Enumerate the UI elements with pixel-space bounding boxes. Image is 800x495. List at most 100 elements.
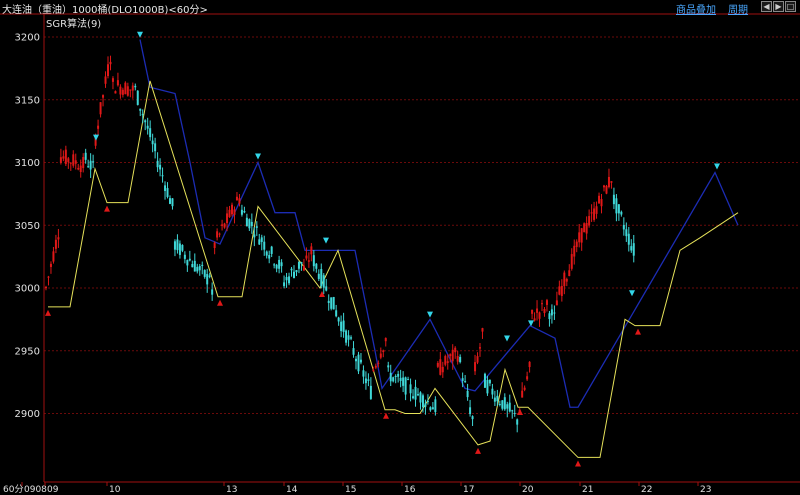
candle-body [568, 270, 571, 277]
candle-body [382, 350, 385, 353]
period-button[interactable]: 周期 [728, 1, 748, 16]
candle-body [488, 380, 491, 384]
candle-body [632, 243, 635, 256]
candle-body [325, 286, 328, 291]
candle-body [206, 274, 209, 285]
candle-body [612, 194, 615, 205]
candle-body [620, 211, 623, 215]
candle-body [290, 268, 293, 271]
price-chart[interactable]: 3200 3150 3100 3050 3000 2950 2900 60分 0908 09 10… [0, 0, 800, 495]
candle-body [176, 239, 179, 251]
candle-body [451, 349, 454, 362]
x-tick-label: 14 [286, 485, 298, 495]
candle-body [605, 185, 608, 194]
candle-body [248, 219, 251, 229]
candle-body [617, 204, 620, 214]
candle-body [367, 379, 370, 381]
x-tick-label: 20 [522, 485, 534, 495]
candle-body [84, 152, 87, 160]
x-unit-label: 60分 [3, 484, 23, 495]
candle-body [553, 312, 556, 314]
candle-body [159, 164, 162, 170]
candle-body [119, 86, 122, 95]
candle-body [59, 157, 62, 163]
candle-body [441, 366, 444, 373]
x-tick-label: 16 [404, 485, 416, 495]
candle-body [255, 226, 258, 228]
x-tick-label: 22 [641, 485, 652, 495]
resistance-line-series [139, 39, 739, 408]
candle-body [45, 286, 47, 289]
candle-body [87, 166, 90, 168]
candle-body [555, 300, 558, 306]
candle-body [183, 254, 186, 259]
candle-body [466, 390, 469, 398]
candle-body [444, 356, 447, 365]
candle-body [528, 361, 531, 368]
candle-body [208, 275, 211, 277]
candle-body [278, 259, 281, 269]
buy-signal-marker [104, 205, 110, 212]
candle-body [359, 359, 362, 363]
candle-body [136, 90, 139, 105]
candle-body [238, 198, 241, 204]
add-product-button[interactable]: 商品叠加 [676, 1, 716, 16]
candle-body [285, 277, 288, 281]
maximize-button[interactable]: □ [785, 1, 796, 12]
candle-body [414, 386, 417, 400]
x-tick-label: 15 [345, 485, 356, 495]
candle-body [474, 362, 477, 372]
candle-body [439, 359, 442, 375]
candle-body [372, 370, 375, 372]
candle-body [99, 102, 102, 115]
sell-signal-marker [323, 237, 329, 244]
candle-body [275, 264, 278, 269]
candle-body [364, 378, 367, 384]
candle-body [69, 162, 72, 164]
y-tick-label: 3000 [15, 284, 40, 295]
candle-body [62, 156, 65, 159]
candle-body [178, 243, 181, 255]
candle-body [483, 373, 486, 388]
candle-body [97, 125, 100, 129]
candle-body [399, 377, 402, 381]
candle-body [173, 241, 176, 250]
candle-body [258, 239, 261, 245]
x-tick-labels: 60分 0908 09 10 13 14 15 16 17 20 21 22 23 [3, 482, 711, 495]
candle-body [352, 348, 355, 355]
candle-body [297, 261, 300, 269]
buy-signal-marker [217, 299, 223, 306]
sell-signal-marker [504, 335, 510, 342]
candle-body [610, 181, 613, 183]
x-tick-label: 21 [582, 485, 593, 495]
candle-body [134, 85, 137, 88]
candle-body [355, 358, 357, 362]
candle-body [595, 206, 598, 214]
candle-body [89, 160, 92, 170]
candle-body [193, 260, 196, 272]
candle-body [603, 185, 605, 188]
candle-body [114, 91, 117, 94]
scroll-right-button[interactable]: ▶ [773, 1, 784, 12]
candle-body [181, 244, 184, 251]
y-tick-label: 3050 [15, 221, 40, 232]
indicator-label: SGR算法(9) [46, 19, 102, 30]
candle-body [111, 78, 114, 82]
candle-body [548, 313, 551, 320]
candle-body [342, 320, 345, 332]
candle-body [77, 167, 80, 170]
candle-body [293, 271, 295, 278]
scroll-left-button[interactable]: ◀ [761, 1, 772, 12]
candle-body [126, 86, 129, 96]
candle-body [164, 185, 167, 191]
candle-body [211, 289, 214, 295]
candle-body [327, 300, 330, 303]
candle-body [49, 263, 52, 267]
candle-body [565, 278, 568, 282]
candle-body [585, 223, 588, 234]
candle-body [82, 157, 85, 169]
candle-body [404, 377, 407, 395]
candle-body [337, 317, 340, 322]
candle-body [526, 376, 529, 380]
candle-body [57, 237, 60, 240]
